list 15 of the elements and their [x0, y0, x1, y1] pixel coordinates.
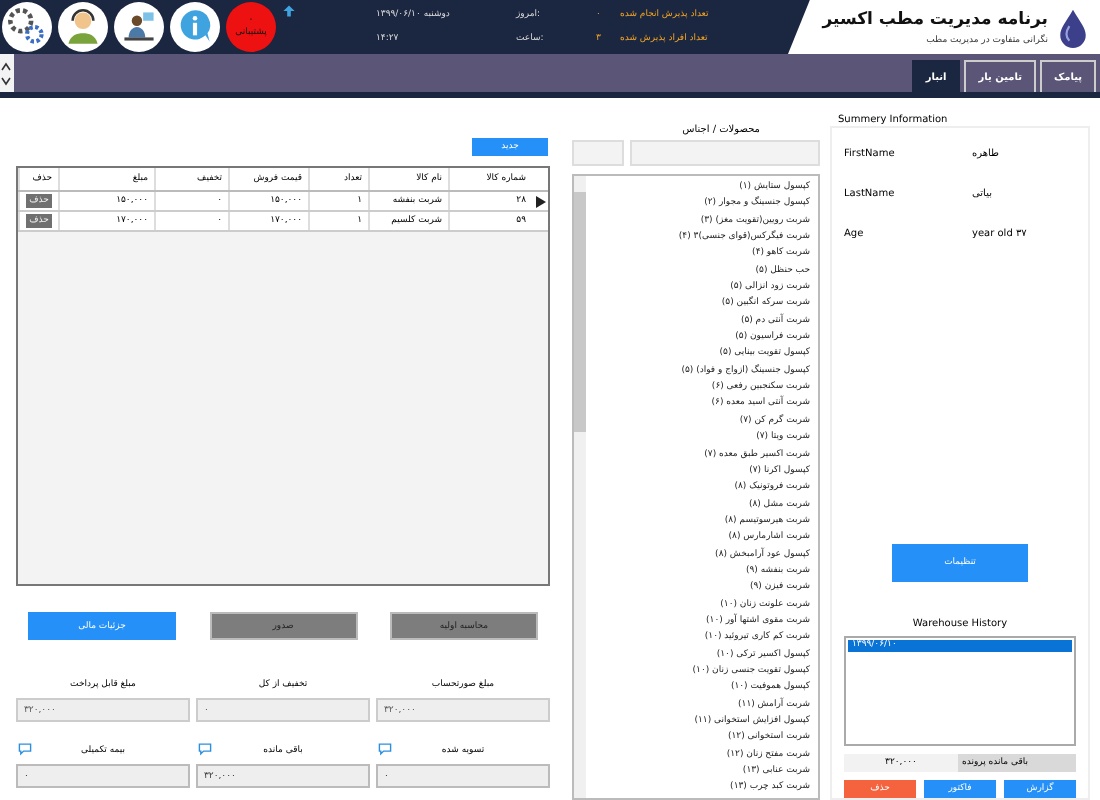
- person-at-desk-icon[interactable]: [114, 2, 164, 52]
- input-field[interactable]: [572, 140, 624, 166]
- chat-icon[interactable]: [18, 742, 32, 756]
- row-pointer-icon: [535, 195, 545, 207]
- scroll-arrows[interactable]: [0, 54, 14, 92]
- gears-icon[interactable]: [2, 2, 52, 52]
- chat-icon[interactable]: [378, 742, 392, 756]
- app-title: برنامه مدیریت مطب اکسیر: [822, 9, 1048, 29]
- up-arrow-icon[interactable]: [282, 4, 296, 18]
- scrollbar[interactable]: [574, 176, 586, 798]
- input-field[interactable]: [630, 140, 820, 166]
- chat-icon[interactable]: [198, 742, 212, 756]
- headset-person-icon[interactable]: [58, 2, 108, 52]
- drop-logo-icon: [1058, 7, 1088, 47]
- info-icon[interactable]: [170, 2, 220, 52]
